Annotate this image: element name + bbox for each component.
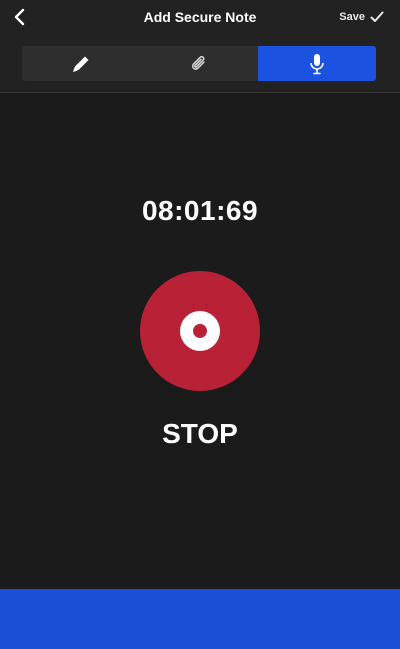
tab-voice-note[interactable] [258, 46, 376, 81]
tab-attachment[interactable] [140, 46, 258, 81]
recording-timer: 08:01:69 [141, 195, 259, 226]
record-stop-button[interactable] [140, 271, 260, 391]
paperclip-icon [191, 55, 205, 70]
checkmark-icon [370, 11, 384, 22]
save-label: Save [339, 11, 365, 23]
microphone-icon [310, 53, 324, 74]
note-type-segmented-control [22, 46, 376, 81]
pencil-icon [73, 56, 89, 72]
record-icon [180, 311, 220, 351]
save-button[interactable]: Save [339, 0, 384, 34]
stop-label[interactable]: STOP [0, 418, 400, 450]
bottom-action-bar[interactable] [0, 589, 400, 649]
tab-text-note[interactable] [22, 46, 140, 81]
top-nav-bar: Add Secure Note Save [0, 0, 400, 34]
note-type-bar [0, 34, 400, 93]
